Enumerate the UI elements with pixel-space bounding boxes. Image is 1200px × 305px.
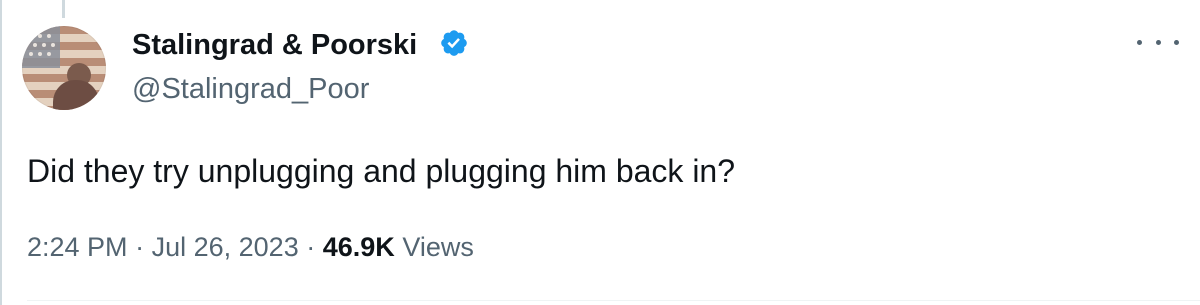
avatar-star [38, 34, 42, 38]
tweet-metadata: 2:24 PM · Jul 26, 2023 · 46.9K Views [27, 229, 474, 265]
more-dot [1137, 39, 1142, 45]
verified-badge-icon[interactable] [439, 28, 469, 58]
avatar-star [33, 43, 37, 47]
more-dot [1155, 39, 1161, 45]
thread-connector-line [62, 0, 65, 18]
views-count[interactable]: 46.9K [323, 232, 395, 262]
tweet-card: Stalingrad & Poorski @Stalingrad_Poor Di… [0, 0, 1200, 305]
author-display-name[interactable]: Stalingrad & Poorski [132, 27, 417, 63]
avatar-flag-canton [22, 26, 60, 68]
avatar-star [47, 52, 51, 56]
avatar-star [29, 52, 33, 56]
profile-avatar[interactable] [22, 26, 106, 110]
meta-separator: · [306, 232, 316, 262]
author-handle[interactable]: @Stalingrad_Poor [132, 71, 369, 107]
avatar-figure-body [53, 80, 99, 110]
avatar-star [42, 43, 46, 47]
avatar-star [47, 34, 51, 38]
meta-separator: · [135, 232, 145, 262]
left-border [0, 0, 2, 305]
more-options-icon[interactable] [1137, 31, 1179, 53]
avatar-star [38, 52, 42, 56]
tweet-text: Did they try unplugging and plugging him… [27, 153, 736, 189]
views-label[interactable]: Views [402, 232, 474, 262]
tweet-date[interactable]: Jul 26, 2023 [152, 232, 299, 262]
more-dot [1174, 39, 1179, 45]
avatar-star [51, 43, 55, 47]
bottom-divider [27, 300, 1200, 301]
avatar-star [29, 34, 33, 38]
tweet-time[interactable]: 2:24 PM [27, 232, 128, 262]
